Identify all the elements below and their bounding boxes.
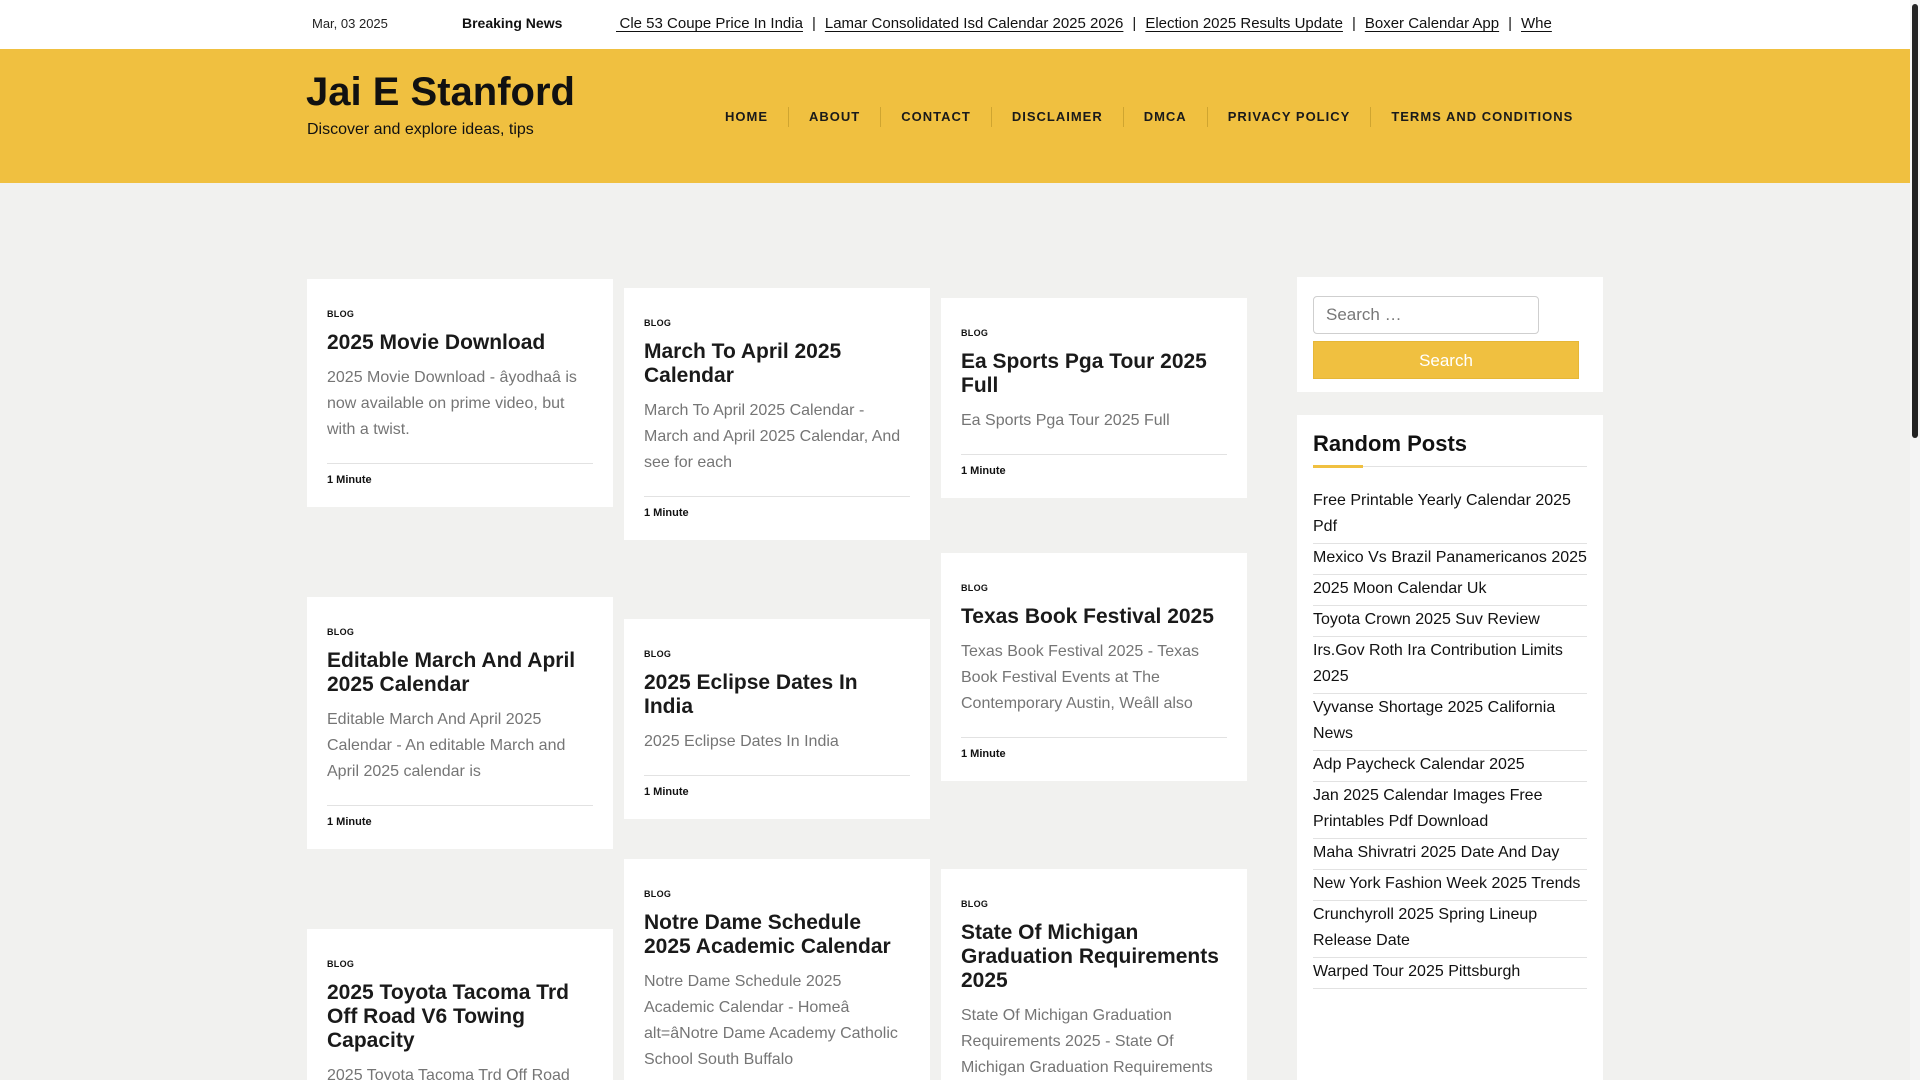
nav-disclaimer[interactable]: DISCLAIMER bbox=[990, 107, 1123, 127]
nav-dmca[interactable]: DMCA bbox=[1122, 107, 1207, 127]
nav-about[interactable]: ABOUT bbox=[788, 107, 880, 127]
post-title[interactable]: March To April 2025 Calendar bbox=[644, 340, 910, 388]
nav-privacy-policy[interactable]: PRIVACY POLICY bbox=[1206, 107, 1371, 127]
post-excerpt: 2025 Toyota Tacoma Trd Off Road V6 bbox=[327, 1067, 570, 1080]
nav-home[interactable]: HOME bbox=[705, 107, 788, 127]
random-post-link[interactable]: Mexico Vs Brazil Panamericanos 2025 bbox=[1313, 544, 1587, 575]
random-post-link[interactable]: Warped Tour 2025 Pittsburgh bbox=[1313, 958, 1587, 989]
post-card: BLOG 2025 Movie Download 2025 Movie Down… bbox=[307, 279, 613, 507]
post-card: BLOG 2025 Eclipse Dates In India 2025 Ec… bbox=[624, 619, 930, 819]
nav-terms[interactable]: TERMS AND CONDITIONS bbox=[1370, 107, 1593, 127]
post-excerpt: Notre Dame Schedule 2025 Academic Calend… bbox=[644, 973, 898, 1068]
post-title[interactable]: State Of Michigan Graduation Requirement… bbox=[961, 921, 1227, 993]
post-category[interactable]: BLOG bbox=[327, 627, 593, 637]
post-excerpt: Editable March And April 2025 Calendar -… bbox=[327, 711, 566, 780]
post-title[interactable]: Notre Dame Schedule 2025 Academic Calend… bbox=[644, 911, 910, 959]
widget-title-accent bbox=[1313, 465, 1363, 468]
scrollbar-thumb[interactable] bbox=[1912, 4, 1918, 438]
post-category[interactable]: BLOG bbox=[327, 959, 593, 969]
post-category[interactable]: BLOG bbox=[644, 649, 910, 659]
search-button[interactable]: Search bbox=[1313, 341, 1579, 379]
random-post-link[interactable]: Maha Shivratri 2025 Date And Day bbox=[1313, 839, 1587, 870]
site-description: Discover and explore ideas, tips bbox=[307, 121, 534, 138]
post-title[interactable]: 2025 Movie Download bbox=[327, 331, 593, 355]
ticker-link[interactable]: g Cle 53 Coupe Price In India bbox=[616, 15, 803, 32]
random-posts-list: Free Printable Yearly Calendar 2025 Pdf … bbox=[1313, 487, 1587, 989]
post-category[interactable]: BLOG bbox=[961, 899, 1227, 909]
post-excerpt: March To April 2025 Calendar - March and… bbox=[644, 402, 901, 471]
widget-title: Random Posts bbox=[1313, 431, 1468, 456]
post-card: BLOG Notre Dame Schedule 2025 Academic C… bbox=[624, 859, 930, 1080]
post-excerpt: Ea Sports Pga Tour 2025 Full bbox=[961, 412, 1170, 429]
post-card: BLOG State Of Michigan Graduation Requir… bbox=[941, 869, 1247, 1080]
random-post-link[interactable]: Free Printable Yearly Calendar 2025 Pdf bbox=[1313, 487, 1587, 544]
post-read-time: 1 Minute bbox=[327, 463, 593, 507]
post-read-time: 1 Minute bbox=[327, 805, 593, 849]
ticker-link[interactable]: Boxer Calendar App bbox=[1365, 15, 1499, 32]
random-post-link[interactable]: New York Fashion Week 2025 Trends bbox=[1313, 870, 1587, 901]
post-card: BLOG 2025 Toyota Tacoma Trd Off Road V6 … bbox=[307, 929, 613, 1080]
post-category[interactable]: BLOG bbox=[961, 328, 1227, 338]
ticker-link[interactable]: Election 2025 Results Update bbox=[1145, 15, 1343, 32]
main-nav: HOME ABOUT CONTACT DISCLAIMER DMCA PRIVA… bbox=[705, 107, 1593, 127]
ticker-separator: | bbox=[811, 15, 816, 32]
random-posts-widget: Random Posts Free Printable Yearly Calen… bbox=[1297, 415, 1603, 1080]
post-title[interactable]: Ea Sports Pga Tour 2025 Full bbox=[961, 350, 1227, 398]
post-category[interactable]: BLOG bbox=[961, 583, 1227, 593]
random-post-link[interactable]: Jan 2025 Calendar Images Free Printables… bbox=[1313, 782, 1587, 839]
post-card: BLOG Texas Book Festival 2025 Texas Book… bbox=[941, 553, 1247, 781]
random-post-link[interactable]: Toyota Crown 2025 Suv Review bbox=[1313, 606, 1587, 637]
post-category[interactable]: BLOG bbox=[644, 318, 910, 328]
post-title[interactable]: 2025 Toyota Tacoma Trd Off Road V6 Towin… bbox=[327, 981, 593, 1053]
ticker-separator: | bbox=[1132, 15, 1137, 32]
ticker-link[interactable]: Whe bbox=[1521, 15, 1552, 32]
random-post-link[interactable]: 2025 Moon Calendar Uk bbox=[1313, 575, 1587, 606]
post-excerpt: Texas Book Festival 2025 - Texas Book Fe… bbox=[961, 643, 1200, 712]
post-card: BLOG Ea Sports Pga Tour 2025 Full Ea Spo… bbox=[941, 298, 1247, 498]
post-excerpt: 2025 Eclipse Dates In India bbox=[644, 733, 839, 750]
post-category[interactable]: BLOG bbox=[644, 889, 910, 899]
site-title[interactable]: Jai E Stanford bbox=[306, 70, 575, 115]
search-input[interactable]: Search … bbox=[1313, 296, 1539, 334]
news-ticker: g Cle 53 Coupe Price In India | Lamar Cons… bbox=[616, 15, 1622, 37]
post-card: BLOG Editable March And April 2025 Calen… bbox=[307, 597, 613, 849]
post-title[interactable]: 2025 Eclipse Dates In India bbox=[644, 671, 910, 719]
post-title[interactable]: Texas Book Festival 2025 bbox=[961, 605, 1227, 629]
ticker-separator: | bbox=[1351, 15, 1356, 32]
page-scrollbar[interactable] bbox=[1910, 0, 1920, 1080]
random-post-link[interactable]: Irs.Gov Roth Ira Contribution Limits 202… bbox=[1313, 637, 1587, 694]
post-excerpt: 2025 Movie Download - âyodhaâ is now ava… bbox=[327, 369, 577, 438]
post-title[interactable]: Editable March And April 2025 Calendar bbox=[327, 649, 593, 697]
random-post-link[interactable]: Adp Paycheck Calendar 2025 bbox=[1313, 751, 1587, 782]
top-bar: Mar, 03 2025 Breaking News g Cle 53 Coup… bbox=[0, 0, 1910, 49]
post-read-time: 1 Minute bbox=[961, 454, 1227, 498]
ticker-separator: | bbox=[1508, 15, 1513, 32]
post-read-time: 1 Minute bbox=[644, 775, 910, 819]
random-post-link[interactable]: Vyvanse Shortage 2025 California News bbox=[1313, 694, 1587, 751]
post-read-time: 1 Minute bbox=[644, 496, 910, 540]
search-widget: Search … Search bbox=[1297, 277, 1603, 392]
post-excerpt: State Of Michigan Graduation Requirement… bbox=[961, 1007, 1213, 1076]
site-header: Jai E Stanford Discover and explore idea… bbox=[0, 49, 1910, 183]
post-category[interactable]: BLOG bbox=[327, 309, 593, 319]
ticker-link[interactable]: Lamar Consolidated Isd Calendar 2025 202… bbox=[825, 15, 1124, 32]
post-read-time: 1 Minute bbox=[961, 737, 1227, 781]
current-date: Mar, 03 2025 bbox=[312, 16, 388, 31]
random-post-link[interactable]: Crunchyroll 2025 Spring Lineup Release D… bbox=[1313, 901, 1587, 958]
nav-contact[interactable]: CONTACT bbox=[880, 107, 991, 127]
post-card: BLOG March To April 2025 Calendar March … bbox=[624, 288, 930, 540]
breaking-news-label: Breaking News bbox=[462, 15, 563, 31]
